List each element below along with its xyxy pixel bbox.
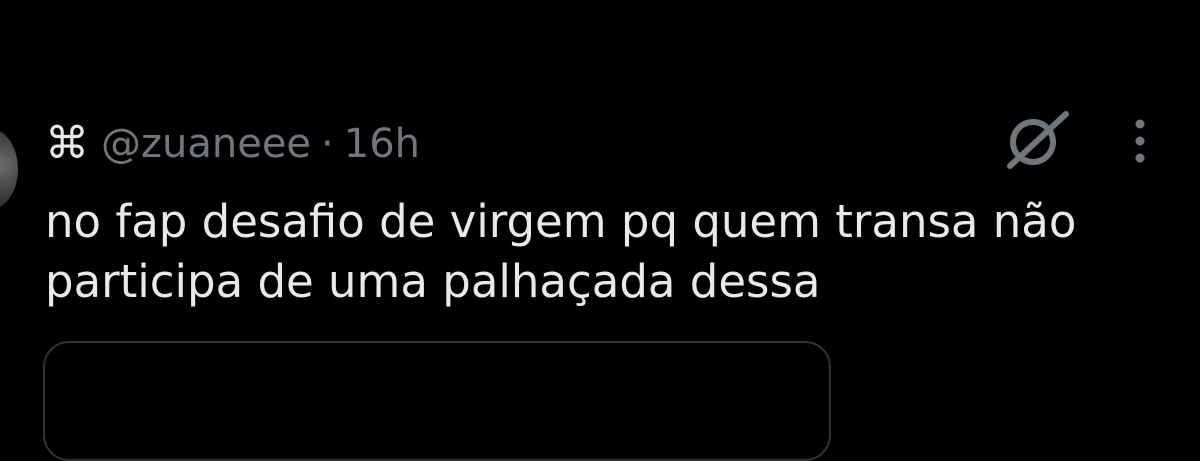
media-card[interactable] bbox=[43, 341, 831, 461]
grok-icon[interactable] bbox=[1002, 110, 1072, 172]
tweet-header: ⌘ @zuaneee · 16h bbox=[45, 116, 420, 172]
tweet-text-line-2: participa de uma palhaçada dessa bbox=[45, 255, 821, 308]
tweet-text-line-1: no fap desafio de virgem pq quem transa … bbox=[45, 195, 1077, 248]
more-options-icon[interactable] bbox=[1130, 118, 1150, 164]
display-name[interactable]: ⌘ bbox=[45, 122, 89, 166]
separator-dot: · bbox=[321, 121, 334, 167]
user-handle[interactable]: @zuaneee bbox=[101, 121, 311, 167]
timestamp[interactable]: 16h bbox=[344, 121, 420, 167]
tweet-text: no fap desafio de virgem pq quem transa … bbox=[45, 192, 1175, 312]
avatar[interactable] bbox=[0, 128, 18, 210]
